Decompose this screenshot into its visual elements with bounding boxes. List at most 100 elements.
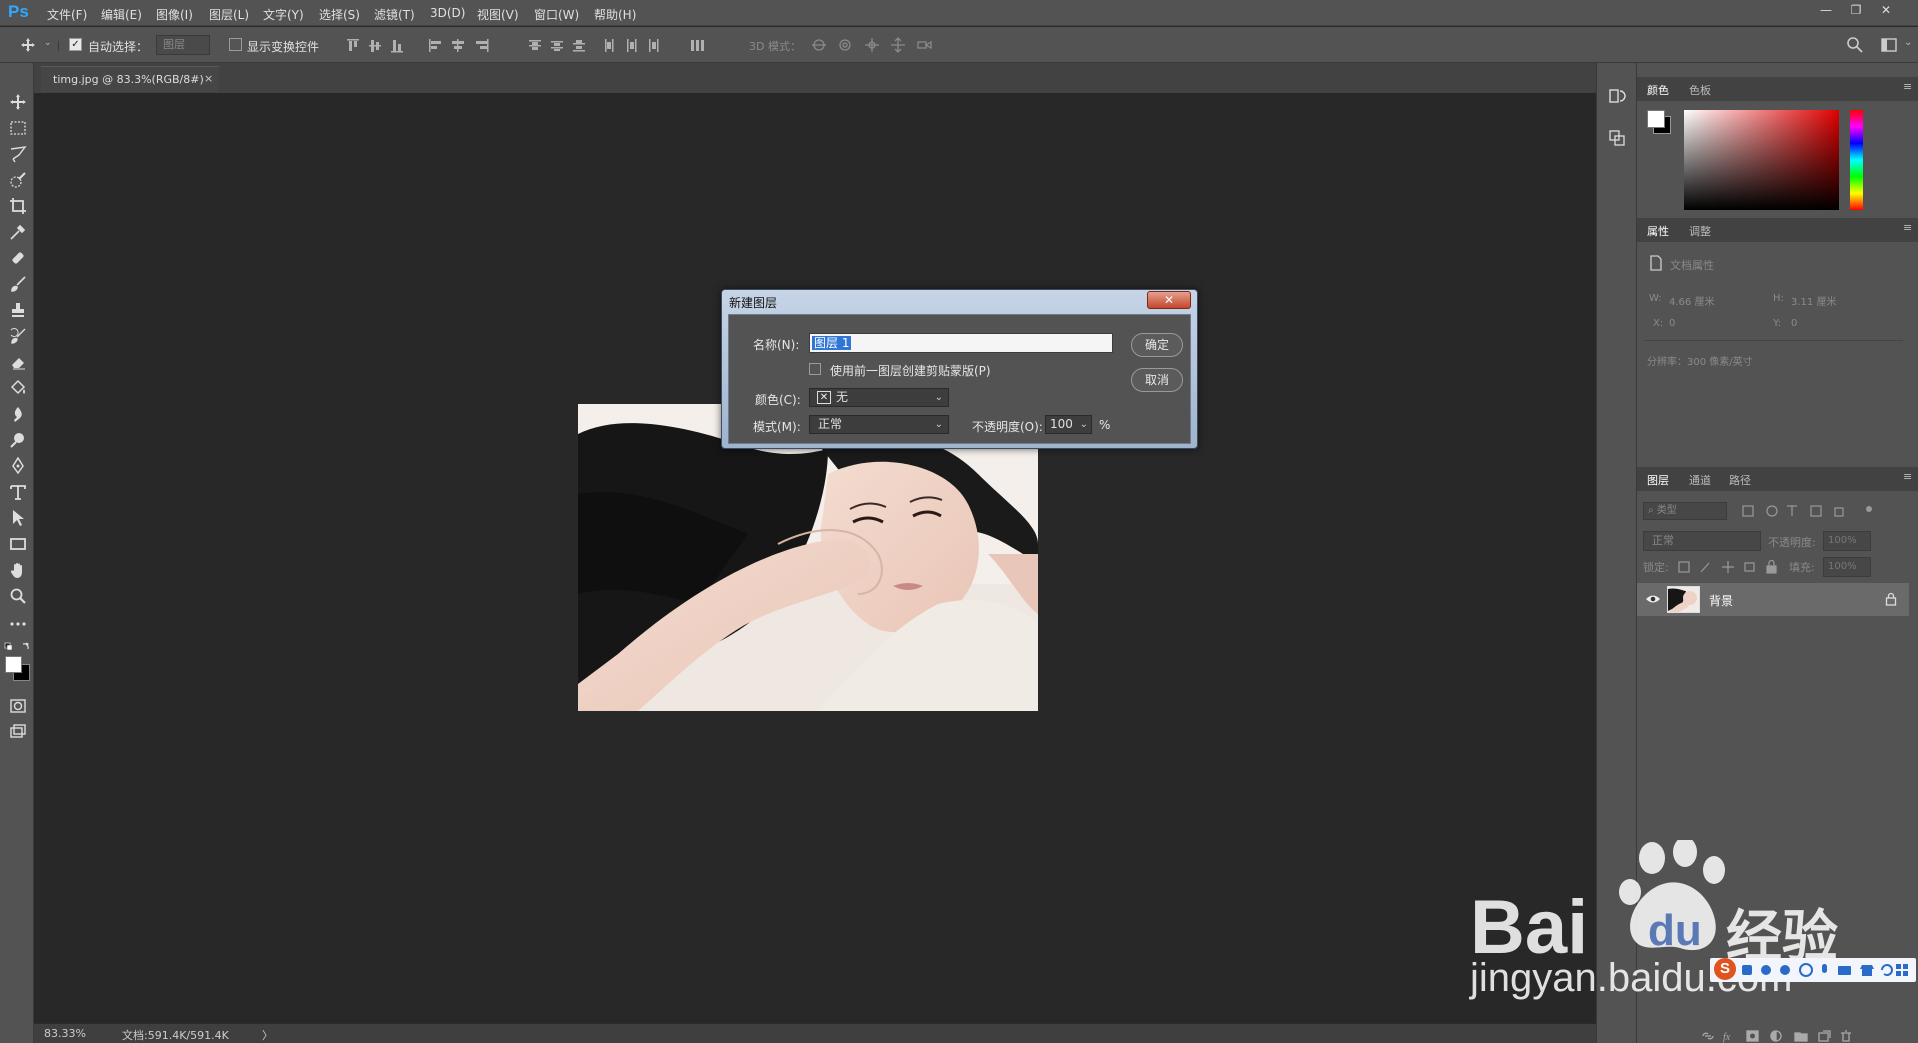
layer-name[interactable]: 背景: [1709, 592, 1733, 609]
color-field[interactable]: [1684, 110, 1839, 210]
sogou-ime-icon[interactable]: S: [1714, 958, 1736, 980]
workspace-icon[interactable]: [1880, 36, 1898, 54]
dialog-body: 名称(N): 图层 1 使用前一图层创建剪贴蒙版(P) 颜色(C): ✕ 无 ⌄…: [728, 314, 1191, 444]
blend-mode-dropdown[interactable]: 正常: [1643, 531, 1761, 551]
menu-3d[interactable]: 3D(D): [430, 6, 465, 20]
history-brush-tool-icon[interactable]: [9, 327, 27, 345]
layer-row-background[interactable]: 背景: [1637, 583, 1909, 616]
properties-strip-icon[interactable]: [1608, 129, 1626, 147]
swap-colors-icon[interactable]: [4, 641, 32, 653]
tab-swatches[interactable]: 色板: [1689, 82, 1711, 98]
layer-filter-icons[interactable]: [1741, 504, 1881, 518]
panel-menu-icon[interactable]: ≡: [1903, 470, 1912, 483]
cancel-button[interactable]: 取消: [1131, 368, 1183, 392]
mode-dropdown[interactable]: 正常 ⌄: [809, 415, 949, 434]
color-dropdown[interactable]: ✕ 无 ⌄: [809, 388, 949, 407]
document-tab[interactable]: timg.jpg @ 83.3%(RGB/8#) ×: [41, 66, 219, 92]
watermark-brand-du: du: [1648, 906, 1702, 955]
lasso-tool-icon[interactable]: [9, 145, 27, 163]
dodge-tool-icon[interactable]: [9, 431, 27, 449]
menu-filter[interactable]: 滤镜(T): [374, 6, 415, 23]
restore-icon[interactable]: ❐: [1846, 3, 1866, 21]
quick-mask-icon[interactable]: [9, 697, 27, 715]
marquee-tool-icon[interactable]: [9, 119, 27, 137]
dialog-close-icon[interactable]: ✕: [1147, 291, 1191, 309]
layer-filter-value: 类型: [1656, 505, 1677, 516]
y-label: Y:: [1773, 318, 1782, 329]
brush-tool-icon[interactable]: [9, 275, 27, 293]
paint-bucket-tool-icon[interactable]: [9, 379, 27, 397]
width-label: W:: [1649, 293, 1662, 304]
auto-select-dropdown[interactable]: 图层: [156, 35, 210, 55]
ime-tool-icons[interactable]: [1740, 962, 1912, 978]
status-menu-arrow[interactable]: 〉: [262, 1027, 273, 1043]
fg-color-swatch[interactable]: [1647, 110, 1665, 128]
zoom-level[interactable]: 83.33%: [44, 1027, 86, 1040]
portrait-photo: [578, 404, 1038, 711]
layer-opacity-field[interactable]: 100%: [1823, 531, 1871, 551]
type-tool-icon[interactable]: [9, 483, 27, 501]
menu-help[interactable]: 帮助(H): [594, 6, 636, 23]
chevron-down-icon[interactable]: ⌄: [1904, 37, 1912, 48]
pen-tool-icon[interactable]: [9, 457, 27, 475]
tab-layers[interactable]: 图层: [1647, 472, 1669, 488]
layer-filter-dropdown[interactable]: ⌕ 类型: [1643, 502, 1727, 520]
tab-channels[interactable]: 通道: [1689, 472, 1711, 488]
menu-select[interactable]: 选择(S): [319, 6, 360, 23]
quick-select-tool-icon[interactable]: [9, 171, 27, 189]
screen-mode-icon[interactable]: [9, 723, 27, 741]
layer-name-input[interactable]: 图层 1: [809, 333, 1113, 353]
align-distribute-icons[interactable]: [345, 37, 725, 55]
minimize-icon[interactable]: —: [1816, 3, 1836, 21]
ok-button[interactable]: 确定: [1131, 333, 1183, 357]
tab-paths[interactable]: 路径: [1729, 472, 1751, 488]
close-tab-icon[interactable]: ×: [204, 72, 213, 85]
menu-edit[interactable]: 编辑(E): [101, 6, 142, 23]
3d-mode-icons[interactable]: [810, 36, 940, 54]
tab-adjustments[interactable]: 调整: [1689, 223, 1711, 239]
menu-view[interactable]: 视图(V): [477, 6, 519, 23]
menu-window[interactable]: 窗口(W): [534, 6, 579, 23]
show-transform-checkbox[interactable]: [229, 38, 242, 51]
layer-fill-field[interactable]: 100%: [1823, 557, 1871, 577]
zoom-tool-icon[interactable]: [9, 587, 27, 605]
opacity-field[interactable]: 100 ⌄: [1045, 415, 1092, 434]
move-tool-icon[interactable]: [20, 37, 36, 53]
layer-name-value: 图层 1: [812, 336, 852, 350]
layer-actions-bar[interactable]: fx: [1701, 1029, 1915, 1043]
menu-type[interactable]: 文字(Y): [263, 6, 304, 23]
menu-image[interactable]: 图像(I): [156, 6, 193, 23]
visibility-eye-icon[interactable]: [1645, 593, 1661, 605]
panel-menu-icon[interactable]: ≡: [1903, 80, 1912, 93]
chevron-down-icon: ⌄: [934, 419, 943, 430]
hue-slider[interactable]: [1850, 110, 1863, 210]
tab-color[interactable]: 颜色: [1647, 82, 1669, 98]
y-value: 0: [1791, 318, 1798, 329]
height-label: H:: [1773, 293, 1784, 304]
clone-stamp-tool-icon[interactable]: [9, 301, 27, 319]
rectangle-tool-icon[interactable]: [9, 535, 27, 553]
foreground-color-swatch[interactable]: [5, 656, 22, 673]
history-panel-icon[interactable]: [1608, 87, 1626, 105]
panel-menu-icon[interactable]: ≡: [1903, 221, 1912, 234]
healing-brush-tool-icon[interactable]: [9, 249, 27, 267]
lock-icons[interactable]: [1677, 560, 1781, 574]
tab-properties[interactable]: 属性: [1647, 223, 1669, 239]
path-select-tool-icon[interactable]: [9, 509, 27, 527]
eraser-tool-icon[interactable]: [9, 353, 27, 371]
chevron-down-icon[interactable]: ⌄: [44, 38, 52, 48]
hand-tool-icon[interactable]: [9, 561, 27, 579]
more-tools-icon[interactable]: [9, 615, 27, 633]
clip-mask-checkbox[interactable]: [809, 363, 821, 375]
crop-tool-icon[interactable]: [9, 197, 27, 215]
menu-file[interactable]: 文件(F): [47, 6, 87, 23]
ime-toolbar[interactable]: S: [1710, 958, 1916, 982]
move-tool-icon[interactable]: [9, 93, 27, 111]
auto-select-checkbox[interactable]: ✓: [69, 38, 82, 51]
close-window-icon[interactable]: ✕: [1876, 3, 1896, 21]
eyedropper-tool-icon[interactable]: [9, 223, 27, 241]
opacity-value: 100: [1050, 417, 1073, 431]
search-icon[interactable]: [1846, 36, 1864, 54]
menu-layer[interactable]: 图层(L): [209, 6, 249, 23]
blur-tool-icon[interactable]: [9, 405, 27, 423]
